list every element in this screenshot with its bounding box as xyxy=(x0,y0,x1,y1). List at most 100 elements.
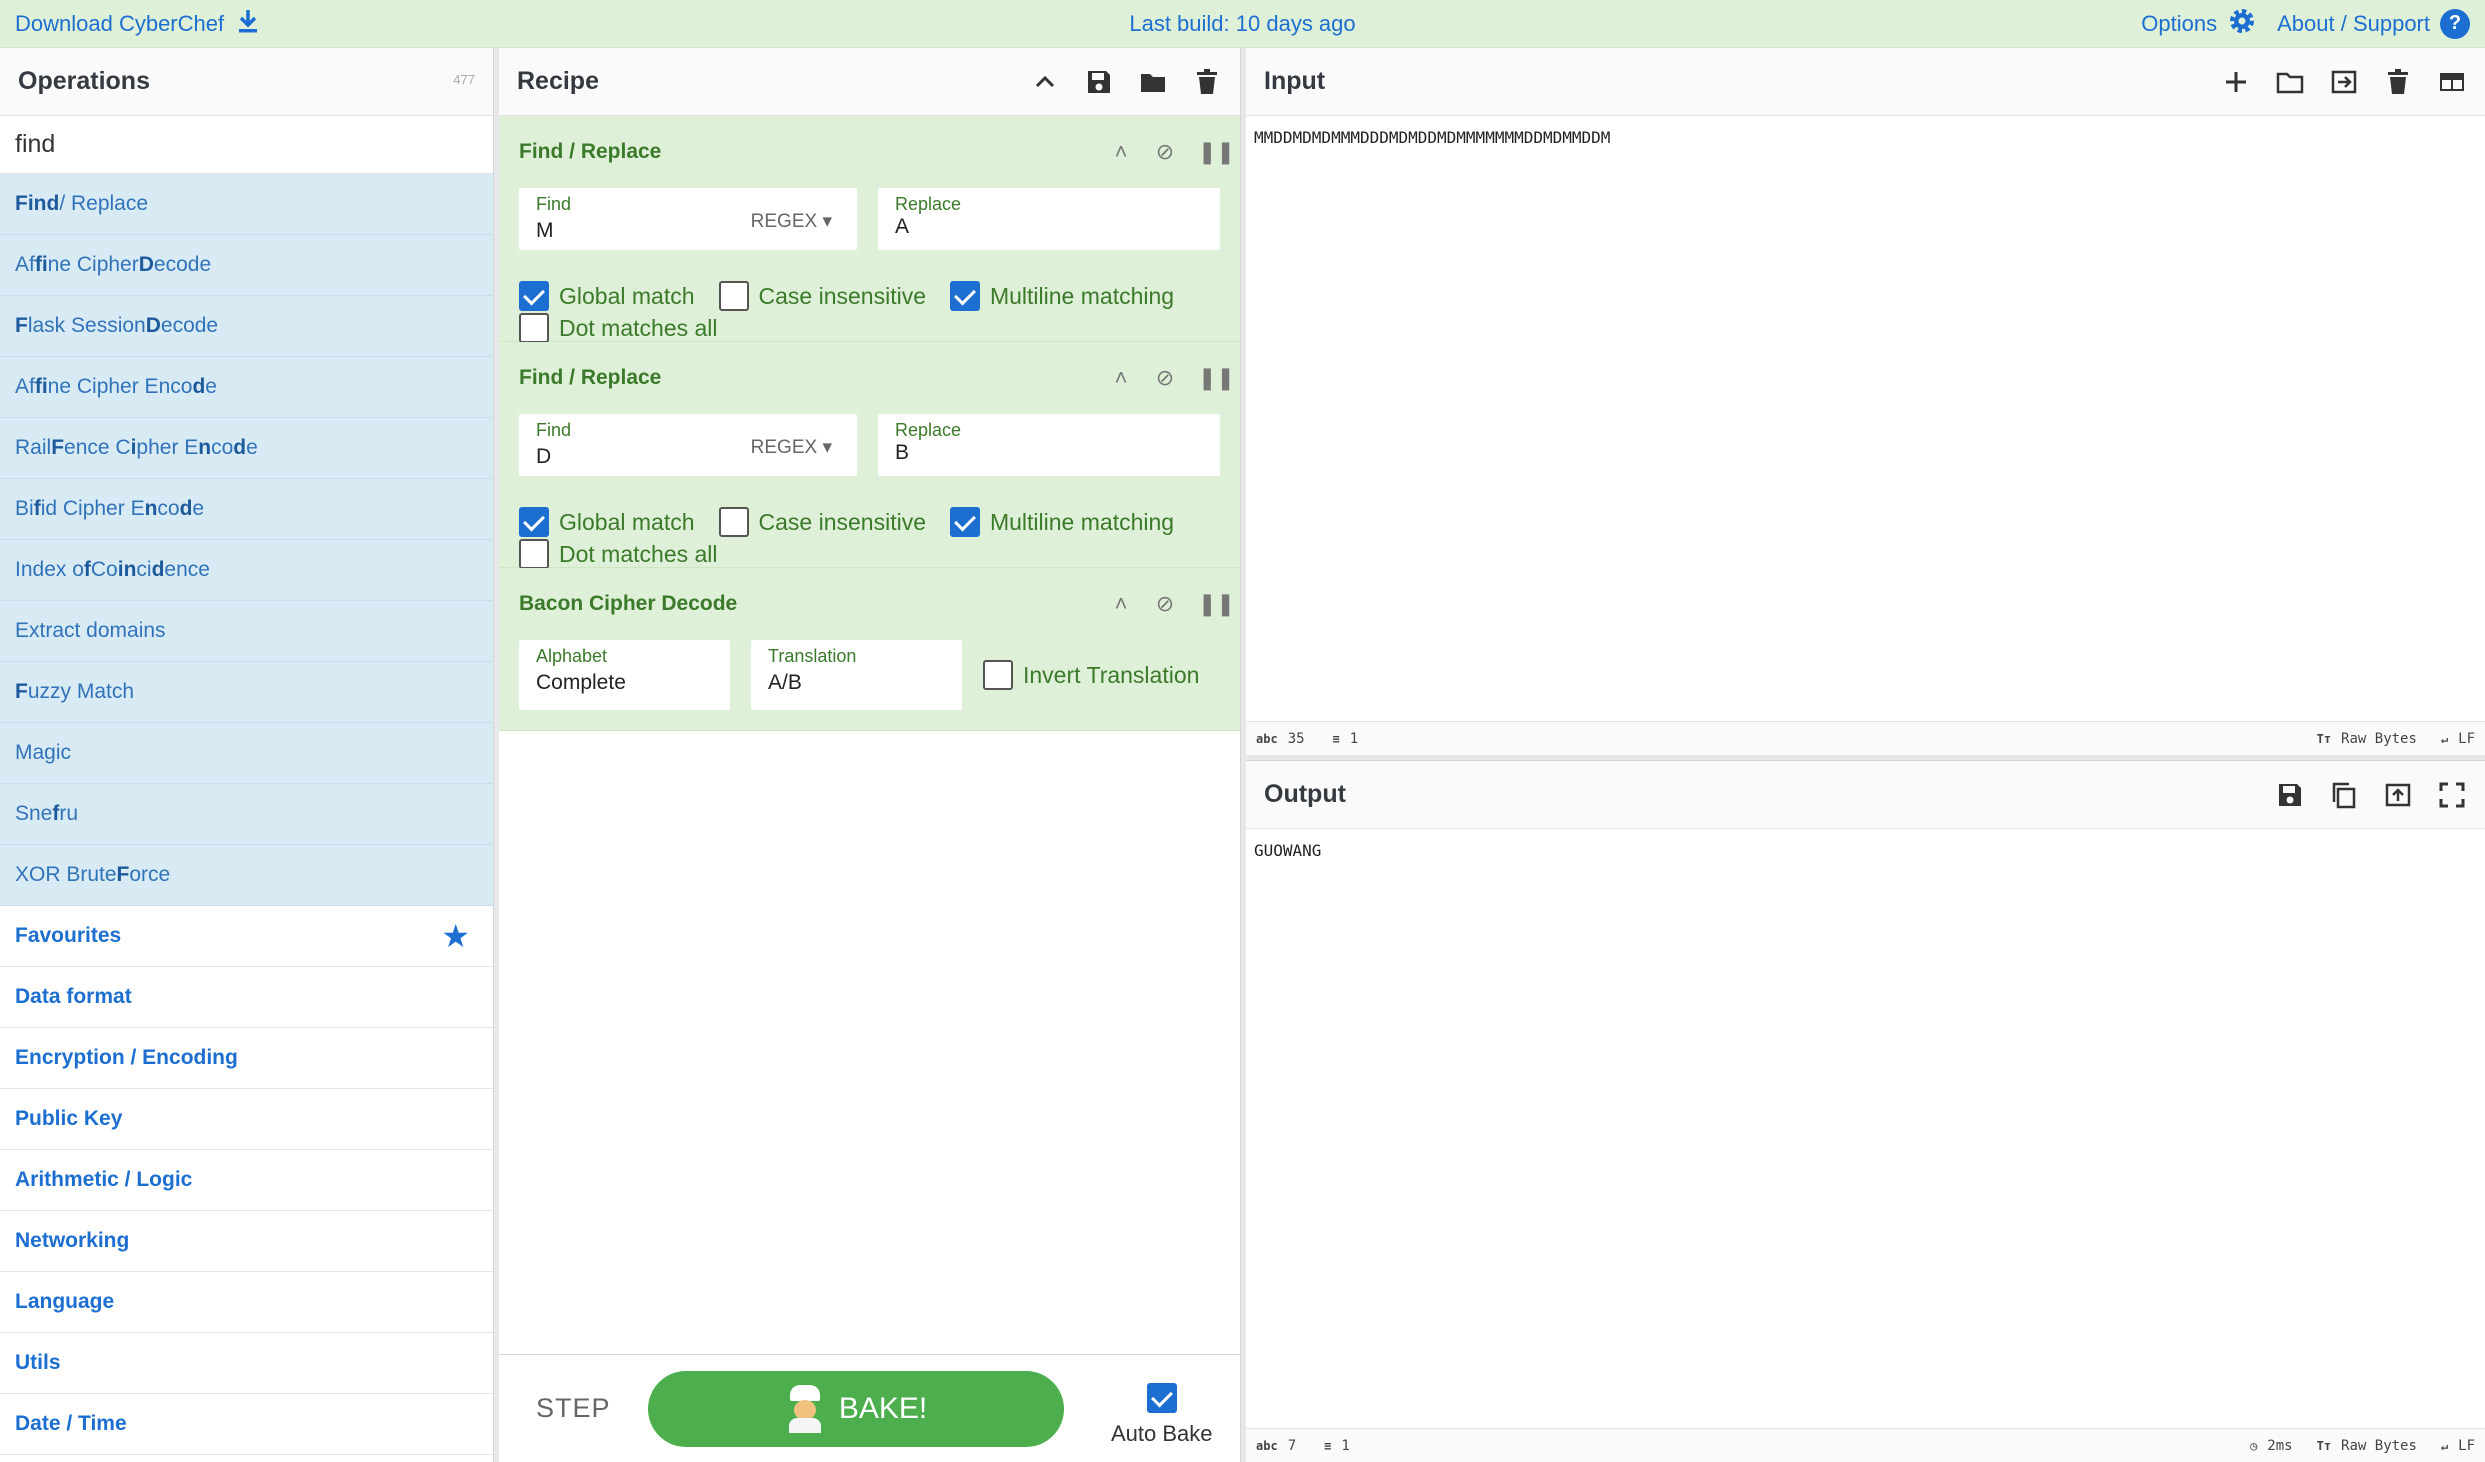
op-result-item[interactable]: Flask Session Decode xyxy=(0,296,493,357)
alphabet-select[interactable]: Alphabet Complete xyxy=(519,640,730,710)
invert-translation-checkbox[interactable]: Invert Translation xyxy=(983,660,1199,690)
disable-icon[interactable]: ⊘ xyxy=(1154,591,1176,617)
add-tab-icon[interactable] xyxy=(2221,67,2251,97)
replace-field[interactable]: Replace A xyxy=(878,188,1220,250)
case-insensitive-checkbox[interactable]: Case insensitive xyxy=(718,507,926,537)
bake-label: BAKE! xyxy=(838,1392,928,1425)
checkbox-unchecked[interactable] xyxy=(519,539,549,569)
gear-icon xyxy=(2227,6,2257,42)
checkbox-unchecked[interactable] xyxy=(718,281,749,311)
replace-field[interactable]: Replace B xyxy=(878,414,1220,476)
op-result-item[interactable]: Rail Fence Ci pher En co d e xyxy=(0,418,493,479)
recipe-op-find-replace-2[interactable]: Find / Replace ˄ ⊘ ❚❚ Find D REGEX ▾ Rep… xyxy=(499,342,1240,569)
dot-matches-all-label: Dot matches all xyxy=(559,314,718,341)
recipe-op-bacon-cipher-decode[interactable]: Bacon Cipher Decode ˄ ⊘ ❚❚ Alphabet Comp… xyxy=(499,568,1240,731)
find-type-dropdown[interactable]: REGEX ▾ xyxy=(751,436,832,459)
checkbox-unchecked[interactable] xyxy=(718,507,749,537)
replace-input-icon[interactable] xyxy=(2383,780,2413,810)
multiline-checkbox[interactable]: Multiline matching xyxy=(949,281,1175,311)
find-field[interactable]: Find D REGEX ▾ xyxy=(519,414,857,476)
breakpoint-icon[interactable]: ❚❚ xyxy=(1198,365,1235,391)
auto-bake-label: Auto Bake xyxy=(1111,1421,1213,1446)
category-item[interactable]: Date / Time xyxy=(0,1394,493,1455)
maximize-icon[interactable] xyxy=(2437,780,2467,810)
op-result-item[interactable]: Index of Co in ci d ence xyxy=(0,540,493,601)
global-match-checkbox[interactable]: Global match xyxy=(519,281,695,311)
find-type-dropdown[interactable]: REGEX ▾ xyxy=(751,210,832,233)
dot-matches-all-checkbox[interactable]: Dot matches all xyxy=(519,539,718,569)
auto-bake-checkbox[interactable]: Auto Bake xyxy=(1111,1383,1213,1447)
clear-input-icon[interactable] xyxy=(2383,67,2413,97)
dot-matches-all-checkbox[interactable]: Dot matches all xyxy=(519,313,718,343)
op-result-item[interactable]: Fuzzy Match xyxy=(0,662,493,723)
load-recipe-icon[interactable] xyxy=(1138,67,1168,97)
checkbox-checked[interactable] xyxy=(519,281,549,311)
translation-select[interactable]: Translation A/B xyxy=(751,640,962,710)
checkbox-checked[interactable] xyxy=(949,507,980,537)
op-result-item[interactable]: Sne f ru xyxy=(0,784,493,845)
step-button[interactable]: STEP xyxy=(536,1393,611,1424)
input-panel: Input MMDDMDMDMMMDDDMDMDDMDMMMMMMMDDMDMM… xyxy=(1246,48,2485,755)
category-item[interactable]: Data format xyxy=(0,967,493,1028)
collapse-all-icon[interactable] xyxy=(1030,67,1060,97)
op-result-item[interactable]: Find / Replace xyxy=(0,174,493,235)
collapse-icon[interactable]: ˄ xyxy=(1110,591,1132,617)
input-eol-button[interactable]: ↵ LF xyxy=(2441,731,2475,747)
clock-icon: ◷ xyxy=(2250,1438,2258,1453)
output-eol-button[interactable]: ↵ LF xyxy=(2441,1438,2475,1454)
output-text[interactable]: GUOWANG xyxy=(1246,829,2485,872)
input-title: Input xyxy=(1264,67,1326,95)
multiline-label: Multiline matching xyxy=(989,282,1175,309)
category-item[interactable]: Utils xyxy=(0,1333,493,1394)
multiline-label: Multiline matching xyxy=(989,508,1175,535)
translation-value: A/B xyxy=(768,671,802,694)
bake-button[interactable]: BAKE! xyxy=(648,1371,1064,1447)
collapse-icon[interactable]: ˄ xyxy=(1110,139,1132,165)
open-file-icon[interactable] xyxy=(2329,67,2359,97)
recipe-op-find-replace-1[interactable]: Find / Replace ˄ ⊘ ❚❚ Find M REGEX ▾ Rep… xyxy=(499,116,1240,343)
save-output-icon[interactable] xyxy=(2275,780,2305,810)
category-item[interactable]: Public Key xyxy=(0,1089,493,1150)
replace-value: A xyxy=(895,215,910,238)
input-text[interactable]: MMDDMDMDMMMDDDMDMDDMDMMMMMMMDDMDMMDDM xyxy=(1246,116,2485,159)
collapse-icon[interactable]: ˄ xyxy=(1110,365,1132,391)
category-item[interactable]: Language xyxy=(0,1272,493,1333)
category-item[interactable]: Networking xyxy=(0,1211,493,1272)
op-result-item[interactable]: Magic xyxy=(0,723,493,784)
save-recipe-icon[interactable] xyxy=(1084,67,1114,97)
about-support-button[interactable]: About / Support ? xyxy=(2277,8,2470,39)
category-item[interactable]: Favourites ★ xyxy=(0,906,493,967)
operations-search-input[interactable] xyxy=(0,116,493,174)
breakpoint-icon[interactable]: ❚❚ xyxy=(1198,139,1235,165)
download-icon xyxy=(236,8,260,40)
checkbox-checked[interactable] xyxy=(949,281,980,311)
options-button[interactable]: Options xyxy=(2141,6,2257,42)
op-result-item[interactable]: Bi f id Cipher En co d e xyxy=(0,479,493,540)
global-match-checkbox[interactable]: Global match xyxy=(519,507,695,537)
checkbox-unchecked[interactable] xyxy=(983,660,1013,690)
op-result-item[interactable]: Extract domains xyxy=(0,601,493,662)
download-link[interactable]: Download CyberChef xyxy=(15,8,260,40)
length-icon: abc xyxy=(1256,1438,1278,1453)
multiline-checkbox[interactable]: Multiline matching xyxy=(949,507,1175,537)
star-icon: ★ xyxy=(441,918,470,954)
disable-icon[interactable]: ⊘ xyxy=(1154,139,1176,165)
copy-output-icon[interactable] xyxy=(2329,780,2359,810)
checkbox-checked[interactable] xyxy=(1146,1383,1177,1413)
op-result-item[interactable]: Af fi ne Cipher Decode xyxy=(0,235,493,296)
open-folder-icon[interactable] xyxy=(2275,67,2305,97)
input-encoding-button[interactable]: Tт Raw Bytes xyxy=(2317,731,2417,747)
disable-icon[interactable]: ⊘ xyxy=(1154,365,1176,391)
clear-recipe-icon[interactable] xyxy=(1192,67,1222,97)
output-encoding-button[interactable]: Tт Raw Bytes xyxy=(2317,1438,2417,1454)
find-field[interactable]: Find M REGEX ▾ xyxy=(519,188,857,250)
checkbox-unchecked[interactable] xyxy=(519,313,549,343)
checkbox-checked[interactable] xyxy=(519,507,549,537)
breakpoint-icon[interactable]: ❚❚ xyxy=(1198,591,1235,617)
category-item[interactable]: Arithmetic / Logic xyxy=(0,1150,493,1211)
op-result-item[interactable]: Af fi ne Cipher Enco d e xyxy=(0,357,493,418)
op-result-item[interactable]: XOR Brute Force xyxy=(0,845,493,906)
case-insensitive-checkbox[interactable]: Case insensitive xyxy=(718,281,926,311)
reset-layout-icon[interactable] xyxy=(2437,67,2467,97)
category-item[interactable]: Encryption / Encoding xyxy=(0,1028,493,1089)
